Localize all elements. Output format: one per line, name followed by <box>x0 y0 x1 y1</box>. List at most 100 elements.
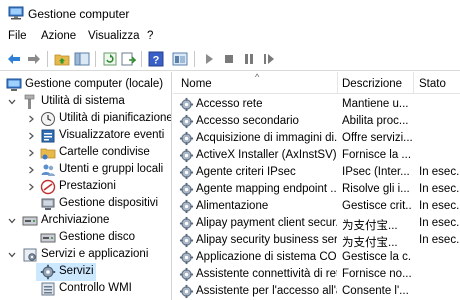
tree-item-servizi-e-applicazioni[interactable]: Servizi e applicazioni <box>0 246 171 264</box>
chevron-right-icon[interactable] <box>27 114 35 124</box>
tree-item-cartelle-condivise[interactable]: Cartelle condivise <box>0 144 171 162</box>
tree-item-root[interactable]: Gestione computer (locale) <box>0 76 171 94</box>
list-header: ^ Nome Descrizione Stato <box>173 72 460 94</box>
service-description: Abilita proc... <box>342 115 409 127</box>
tree-label: Utilità di sistema <box>41 95 125 107</box>
wmi-control-icon <box>41 282 55 296</box>
service-name: ActiveX Installer (AxInstSV) <box>196 149 337 161</box>
tree-item-servizi[interactable]: Servizi <box>0 263 171 281</box>
svg-text:?: ? <box>153 55 160 67</box>
help-icon[interactable]: ? <box>148 51 164 67</box>
menu-file[interactable]: File <box>8 30 27 42</box>
tree-label: Visualizzatore eventi <box>59 129 165 141</box>
up-folder-icon[interactable] <box>54 51 70 67</box>
gear-icon <box>179 216 194 231</box>
disk-management-icon <box>40 233 56 243</box>
service-name: Agente mapping endpoint ... <box>196 183 337 195</box>
computer-management-icon <box>6 78 22 91</box>
chevron-down-icon[interactable] <box>8 250 16 260</box>
export-list-icon[interactable] <box>120 51 136 67</box>
tree-label: Controllo WMI <box>59 282 132 294</box>
service-description: IPsec (Inter... <box>342 166 410 178</box>
title-bar: Gestione computer <box>0 0 460 27</box>
tree-item-gestione-disco[interactable]: Gestione disco <box>0 229 171 247</box>
column-divider[interactable] <box>337 72 338 94</box>
gear-icon <box>179 284 194 299</box>
gear-icon <box>179 165 194 180</box>
toolbar-separator <box>47 51 48 67</box>
tools-icon <box>24 94 35 109</box>
service-state: In esec... <box>419 166 460 178</box>
toolbar: ? <box>0 47 460 71</box>
clock-icon <box>41 112 55 126</box>
column-header-description[interactable]: Descrizione <box>342 78 402 90</box>
chevron-right-icon[interactable] <box>27 131 35 141</box>
chevron-down-icon[interactable] <box>8 97 16 107</box>
tree-item-visualizzatore-eventi[interactable]: Visualizzatore eventi <box>0 127 171 145</box>
tree-item-controllo-wmi[interactable]: Controllo WMI <box>0 280 171 298</box>
forward-arrow-icon[interactable] <box>26 51 42 67</box>
service-name: Accesso secondario <box>196 115 299 127</box>
tree-label: Servizi e applicazioni <box>41 248 149 260</box>
service-name: Alimentazione <box>196 200 269 212</box>
tree-item-gestione-dispositivi[interactable]: Gestione dispositivi <box>0 195 171 213</box>
chevron-right-icon[interactable] <box>27 182 35 192</box>
service-name: Alipay payment client secur... <box>196 217 337 229</box>
menu-bar: File Azione Visualizza ? <box>0 27 460 47</box>
chevron-right-icon[interactable] <box>27 148 35 158</box>
tree-label: Gestione disco <box>59 231 136 243</box>
tree-item-prestazioni[interactable]: Prestazioni <box>0 178 171 196</box>
pause-icon[interactable] <box>241 51 257 67</box>
window-title: Gestione computer <box>28 7 130 21</box>
service-name: Applicazione di sistema CO... <box>196 251 337 263</box>
column-header-name[interactable]: Nome <box>181 78 212 90</box>
sort-ascending-icon: ^ <box>255 72 260 82</box>
shared-folder-icon <box>40 148 56 160</box>
menu-visualizza[interactable]: Visualizza <box>88 30 140 42</box>
tree-label: Gestione dispositivi <box>59 197 159 209</box>
gear-icon <box>179 131 194 146</box>
service-state: In esec... <box>419 200 460 212</box>
gear-icon <box>179 199 194 214</box>
tree-item-utilita-di-sistema[interactable]: Utilità di sistema <box>0 93 171 111</box>
service-description: Offre servizi... <box>342 132 412 144</box>
users-icon <box>41 164 55 176</box>
toolbar-separator <box>141 51 142 67</box>
services-list: ^ Nome Descrizione Stato Accesso rete Ma… <box>173 72 460 300</box>
service-description: Fornisce no... <box>342 268 412 280</box>
table-row[interactable]: Assistente per l'accesso all'a... Consen… <box>173 282 460 300</box>
gear-icon <box>179 182 194 197</box>
column-header-state[interactable]: Stato <box>419 78 446 90</box>
column-divider[interactable] <box>413 72 414 94</box>
menu-azione[interactable]: Azione <box>41 30 76 42</box>
menu-help[interactable]: ? <box>147 30 153 42</box>
service-name: Alipay security business ser... <box>196 234 337 246</box>
tree-label: Gestione computer (locale) <box>25 78 164 90</box>
toolbar-separator <box>194 51 195 67</box>
back-arrow-icon[interactable] <box>6 51 22 67</box>
show-hide-tree-icon[interactable] <box>74 51 90 67</box>
tree-item-utenti-e-gruppi-locali[interactable]: Utenti e gruppi locali <box>0 161 171 179</box>
restart-icon[interactable] <box>261 51 277 67</box>
tree-label: Utenti e gruppi locali <box>59 163 164 175</box>
chevron-down-icon[interactable] <box>8 216 16 226</box>
properties-icon[interactable] <box>172 51 188 67</box>
tree-item-utilita-di-pianificazione[interactable]: Utilità di pianificazione <box>0 110 172 128</box>
play-icon[interactable] <box>201 51 217 67</box>
refresh-icon[interactable] <box>102 51 118 67</box>
tree-item-archiviazione[interactable]: Archiviazione <box>0 212 171 230</box>
service-description: Gestisce crit... <box>342 200 412 212</box>
service-description: Mantiene u... <box>342 98 409 110</box>
chevron-right-icon[interactable] <box>27 165 35 175</box>
tree-label: Utilità di pianificazione <box>59 112 172 124</box>
service-description: Fornisce la ... <box>342 149 412 161</box>
service-name: Accesso rete <box>196 98 263 110</box>
storage-icon <box>22 216 38 226</box>
gear-icon <box>179 97 194 112</box>
gear-icon <box>40 264 56 280</box>
console-tree: Gestione computer (locale) Utilità di si… <box>0 72 172 300</box>
stop-icon[interactable] <box>221 51 237 67</box>
service-name: Assistente per l'accesso all'a... <box>196 285 337 297</box>
service-description: Consente l'... <box>342 285 409 297</box>
gear-icon <box>179 250 194 265</box>
